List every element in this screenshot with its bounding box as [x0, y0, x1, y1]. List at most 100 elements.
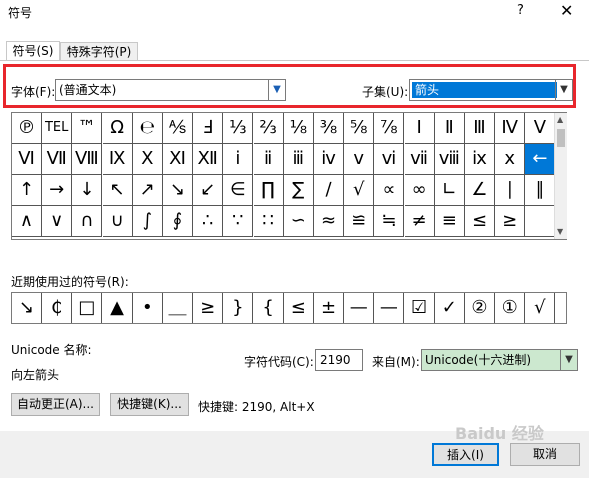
symbol-cell[interactable]: ∨ [42, 206, 73, 237]
recent-symbol-cell[interactable]: ₵ [42, 293, 73, 323]
recent-symbol-cell[interactable]: ☑ [405, 293, 435, 323]
from-select[interactable]: Unicode(十六进制) ▼ [421, 349, 578, 371]
symbol-cell[interactable]: Ⅲ [465, 113, 495, 144]
symbol-cell[interactable]: Ⅎ [193, 113, 224, 144]
symbol-cell[interactable]: ∩ [72, 206, 103, 237]
recent-symbol-cell[interactable]: — [344, 293, 375, 323]
symbol-cell[interactable]: Ⅵ [12, 144, 42, 175]
symbol-cell[interactable]: Ⅺ [163, 144, 193, 175]
symbol-cell[interactable]: TEL [42, 113, 73, 144]
recent-symbol-cell[interactable]: □ [72, 293, 103, 323]
symbol-cell[interactable] [525, 206, 556, 237]
recent-symbol-cell[interactable]: ▲ [103, 293, 133, 323]
symbol-cell[interactable]: ⅲ [283, 144, 314, 175]
symbol-cell[interactable]: ≌ [344, 206, 375, 237]
symbol-cell[interactable]: ⅔ [253, 113, 284, 144]
symbol-cell[interactable]: ∽ [283, 206, 314, 237]
chevron-down-icon[interactable]: ▼ [560, 350, 577, 370]
recent-symbols[interactable]: ↘ ₵ □ ▲ • ＿ ≥}{≤ ± — — ☑ ✓ ② ① √ [11, 292, 567, 324]
symbol-cell[interactable]: ← [525, 144, 556, 175]
symbol-cell[interactable]: ⅵ [374, 144, 405, 175]
symbol-cell[interactable]: ⅛ [283, 113, 314, 144]
symbol-cell[interactable]: ∴ [193, 206, 224, 237]
grid-scrollbar[interactable]: ▲ ▼ [554, 113, 567, 239]
symbol-cell[interactable]: Ⅶ [42, 144, 73, 175]
symbol-cell[interactable]: ∵ [223, 206, 254, 237]
symbol-cell[interactable]: ⅷ [434, 144, 465, 175]
symbol-cell[interactable]: ⅱ [253, 144, 284, 175]
symbol-cell[interactable]: ∷ [253, 206, 284, 237]
symbol-cell[interactable]: ™ [72, 113, 103, 144]
symbol-cell[interactable]: Ⅹ [132, 144, 163, 175]
symbol-cell[interactable]: ⅜ [314, 113, 344, 144]
symbol-cell[interactable]: ⅳ [314, 144, 344, 175]
symbol-cell[interactable]: ⅰ [223, 144, 254, 175]
symbol-cell[interactable]: Ⅸ [102, 144, 133, 175]
symbol-cell[interactable]: ∧ [12, 206, 42, 237]
symbol-cell[interactable]: ⅓ [223, 113, 254, 144]
symbol-cell[interactable]: Ω [102, 113, 133, 144]
tab-special-characters[interactable]: 特殊字符(P) [60, 42, 138, 62]
symbol-cell[interactable]: Ⅰ [404, 113, 435, 144]
symbol-cell[interactable]: Ⅷ [72, 144, 103, 175]
symbol-cell[interactable]: Ⅴ [525, 113, 556, 144]
recent-symbol-cell[interactable]: ＿ [163, 293, 193, 323]
recent-symbol-cell[interactable]: • [133, 293, 163, 323]
symbol-cell[interactable]: → [42, 175, 73, 206]
symbol-cell[interactable]: ∞ [404, 175, 435, 206]
symbol-cell[interactable]: ↘ [163, 175, 193, 206]
symbol-cell[interactable]: ⅝ [344, 113, 375, 144]
symbol-cell[interactable]: √ [344, 175, 375, 206]
symbol-cell[interactable]: ≥ [495, 206, 526, 237]
symbol-grid[interactable]: ℗ TEL ™ Ω ℮ ⅍ Ⅎ ⅓ ⅔ ⅛ ⅜ ⅝ ⅞ Ⅰ Ⅱ Ⅲ Ⅳ Ⅴ Ⅵ Ⅶ Ⅷ Ⅸ Ⅹ Ⅺ Ⅻⅰ ⅱ ⅲ ⅳ ⅴ ⅵ ⅶ ⅷ ⅸ ⅹ ← ↑ →… [11, 112, 567, 240]
autocorrect-button[interactable]: 自动更正(A)... [11, 393, 100, 416]
symbol-cell[interactable]: ∫ [132, 206, 163, 237]
symbol-cell[interactable]: ∥ [525, 175, 556, 206]
scroll-up-icon[interactable]: ▲ [557, 115, 563, 124]
symbol-cell[interactable]: ⅴ [344, 144, 375, 175]
symbol-cell[interactable]: ∏ [253, 175, 284, 206]
symbol-cell[interactable]: ↑ [12, 175, 42, 206]
symbol-cell[interactable]: ⅶ [404, 144, 435, 175]
symbol-cell[interactable]: ≤ [465, 206, 495, 237]
symbol-cell[interactable]: ⅸ [465, 144, 495, 175]
symbol-cell[interactable]: ∕ [314, 175, 344, 206]
symbol-cell[interactable]: Ⅳ [495, 113, 526, 144]
recent-symbol-cell[interactable]: ≥ [193, 293, 224, 323]
symbol-cell[interactable]: ↗ [132, 175, 163, 206]
recent-symbol-cell[interactable]: } [223, 293, 254, 323]
recent-symbol-cell[interactable]: ↘ [12, 293, 42, 323]
recent-symbol-cell[interactable]: ① [495, 293, 526, 323]
symbol-cell[interactable]: ∠ [465, 175, 495, 206]
symbol-cell[interactable]: ∟ [434, 175, 465, 206]
char-code-input[interactable]: 2190 [315, 349, 363, 371]
symbol-cell[interactable]: ∑ [283, 175, 314, 206]
symbol-cell[interactable]: Ⅻ [193, 144, 224, 175]
recent-symbol-cell[interactable]: ≤ [284, 293, 314, 323]
symbol-cell[interactable]: ℮ [132, 113, 163, 144]
symbol-cell[interactable]: ≠ [404, 206, 435, 237]
tab-symbols[interactable]: 符号(S) [6, 41, 60, 62]
symbol-cell[interactable]: ℗ [12, 113, 42, 144]
symbol-cell[interactable]: ∣ [495, 175, 526, 206]
symbol-cell[interactable]: ∈ [223, 175, 254, 206]
symbol-cell[interactable]: ⅞ [374, 113, 405, 144]
symbol-cell[interactable]: ≈ [314, 206, 344, 237]
scroll-thumb[interactable] [557, 129, 565, 147]
cancel-button[interactable]: 取消 [510, 443, 580, 466]
symbol-cell[interactable]: ⅍ [163, 113, 193, 144]
recent-symbol-cell[interactable]: ± [314, 293, 344, 323]
recent-symbol-cell[interactable]: ✓ [435, 293, 465, 323]
recent-symbol-cell[interactable]: √ [525, 293, 556, 323]
recent-symbol-cell[interactable]: — [374, 293, 405, 323]
symbol-cell[interactable]: ⅹ [495, 144, 526, 175]
recent-symbol-cell[interactable]: { [254, 293, 284, 323]
symbol-cell[interactable]: ∮ [163, 206, 193, 237]
symbol-cell[interactable]: ↓ [72, 175, 103, 206]
insert-button[interactable]: 插入(I) [432, 443, 499, 466]
symbol-cell[interactable]: ↙ [193, 175, 224, 206]
help-button[interactable]: ? [517, 3, 524, 18]
recent-symbol-cell[interactable]: ② [465, 293, 495, 323]
close-button[interactable]: ✕ [560, 1, 573, 20]
scroll-down-icon[interactable]: ▼ [557, 227, 563, 236]
